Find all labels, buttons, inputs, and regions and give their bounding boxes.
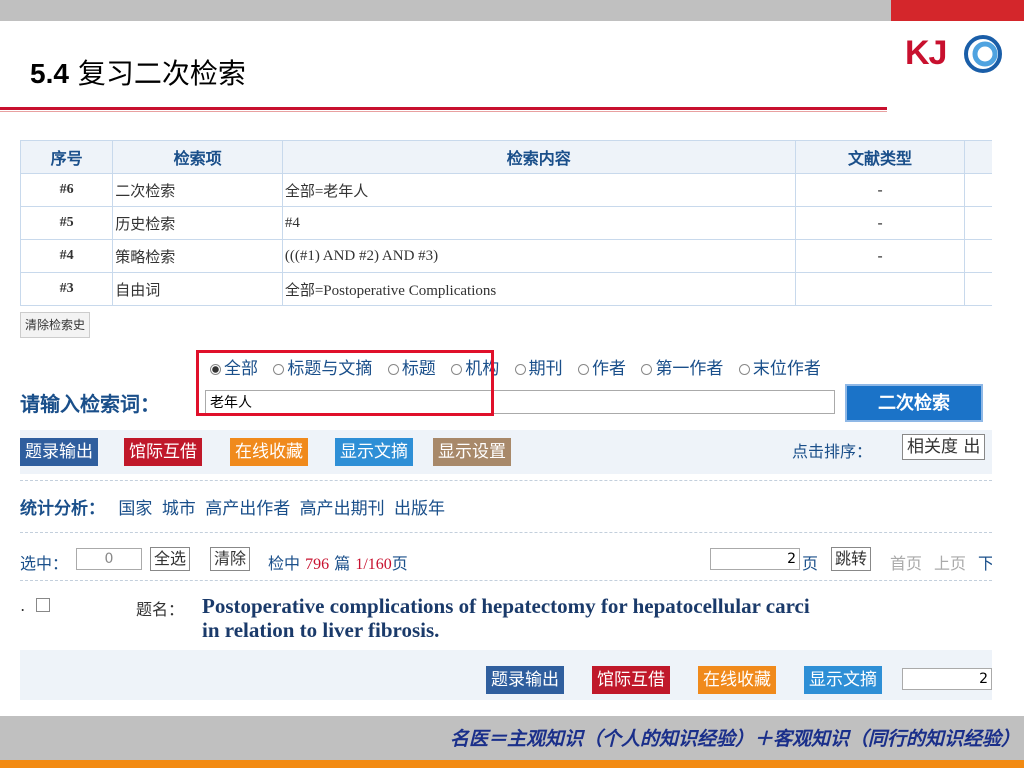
export-button-bottom[interactable]: 题录输出 [486,666,564,694]
bottom-page-input[interactable]: 2 [902,668,992,690]
row-extra [964,206,992,240]
highlight-box [196,350,494,416]
result-checkbox[interactable] [36,598,50,612]
online-favorite-button[interactable]: 在线收藏 [230,438,308,466]
row-extra [964,272,992,306]
top-gray-bar [0,0,891,21]
page-info: 1/160 [355,556,392,573]
scope-option-author[interactable]: 作者 [578,359,626,379]
row-content: #4 [281,206,796,240]
row-index[interactable]: #3 [20,272,114,306]
table-row: #5 历史检索 #4 - [20,206,992,240]
kj-logo: KJ [905,32,1005,76]
col-index: 序号 [20,140,114,174]
col-extra [964,140,992,174]
selected-label: 选中： [20,554,69,573]
title-underline [0,107,887,110]
row-type [794,272,966,306]
scope-option-first-author[interactable]: 第一作者 [641,359,723,379]
first-page-link[interactable]: 首页 [890,550,922,574]
statistics-label: 统计分析： [20,499,105,519]
row-index[interactable]: #6 [20,173,114,207]
sort-label: 点击排序： [792,442,873,461]
row-item: 自由词 [112,272,283,306]
page-unit-label: 页 [802,554,819,573]
next-page-link[interactable]: 下 [978,550,992,574]
row-type: - [794,206,966,240]
logo-circle-icon [964,35,1002,73]
table-row: #6 二次检索 全部=老年人 - [20,173,992,207]
cnki-screenshot: 序号 检索项 检索内容 文献类型 #6 二次检索 全部=老年人 - #5 历史检… [20,140,992,700]
row-item: 二次检索 [112,173,283,207]
radio-icon [738,364,750,375]
divider [20,580,992,581]
clear-selection-button[interactable]: 清除 [210,547,251,571]
row-type: - [794,173,966,207]
slide-title: 5.4 复习二次检索 [30,52,246,92]
search-history-table: 序号 检索项 检索内容 文献类型 #6 二次检索 全部=老年人 - #5 历史检… [20,140,992,306]
hits-count: 796 [305,556,330,573]
selected-count-field[interactable]: 0 [76,548,142,570]
slide-title-number: 5.4 [30,58,69,89]
export-button[interactable]: 题录输出 [20,438,98,466]
show-abstract-button[interactable]: 显示文摘 [335,438,413,466]
top-red-bar [891,0,1024,21]
select-all-button[interactable]: 全选 [150,547,191,571]
row-item: 历史检索 [112,206,283,240]
display-settings-button[interactable]: 显示设置 [433,438,511,466]
table-row: #3 自由词 全部=Postoperative Complications [20,272,992,306]
logo-text: KJ [905,34,947,72]
divider [20,480,992,481]
row-extra [964,173,992,207]
col-content: 检索内容 [281,140,796,174]
query-label: 请输入检索词： [20,392,160,416]
sort-relevance-button[interactable]: 相关度 出 [902,434,986,460]
jump-button[interactable]: 跳转 [831,547,872,571]
selection-bar: 选中： 0 全选 清除 检中 796 篇 1/160页 2 页 跳转 首页 上页… [20,546,992,574]
divider [20,532,992,533]
footer-caption: 名医＝主观知识（个人的知识经验）＋客观知识（同行的知识经验） [449,728,1020,750]
stats-link-journal[interactable]: 高产出期刊 [300,499,385,519]
bottom-toolbar: 题录输出 馆际互借 在线收藏 显示文摘 2 [20,650,992,700]
row-content: 全部=Postoperative Complications [281,272,796,306]
row-index[interactable]: #5 [20,206,114,240]
prev-page-link[interactable]: 上页 [934,550,966,574]
radio-icon [578,364,590,375]
slide-title-text: 复习二次检索 [77,57,246,90]
row-extra [964,239,992,273]
online-favorite-button-bottom[interactable]: 在线收藏 [698,666,776,694]
hits-summary: 检中 796 篇 1/160页 [268,554,408,573]
title-underline-shadow [0,111,887,112]
radio-icon [514,364,526,375]
row-content: (((#1) AND #2) AND #3) [281,239,796,273]
stats-link-author[interactable]: 高产出作者 [205,499,290,519]
statistics-bar: 统计分析： 国家 城市 高产出作者 高产出期刊 出版年 [20,494,445,519]
scope-option-last-author[interactable]: 末位作者 [738,359,821,379]
stats-link-country[interactable]: 国家 [118,499,152,519]
result-index: 1. [20,596,26,615]
col-type: 文献类型 [794,140,966,174]
stats-link-year[interactable]: 出版年 [394,499,445,519]
stats-link-city[interactable]: 城市 [162,499,196,519]
scope-option-journal[interactable]: 期刊 [514,359,563,379]
row-type: - [794,239,966,273]
interlibrary-loan-button[interactable]: 馆际互借 [124,438,202,466]
secondary-search-button[interactable]: 二次检索 [845,384,983,422]
clear-history-button[interactable]: 清除检索史 [20,312,91,338]
page-number-input[interactable]: 2 [710,548,800,570]
history-header-row: 序号 检索项 检索内容 文献类型 [20,140,992,174]
interlibrary-loan-button-bottom[interactable]: 馆际互借 [592,666,670,694]
row-item: 策略检索 [112,239,283,273]
result-title-label: 题名： [136,600,185,619]
radio-icon [641,364,653,375]
row-index[interactable]: #4 [20,239,114,273]
row-content: 全部=老年人 [281,173,796,207]
col-item: 检索项 [112,140,283,174]
show-abstract-button-bottom[interactable]: 显示文摘 [804,666,882,694]
table-row: #4 策略检索 (((#1) AND #2) AND #3) - [20,239,992,273]
footer-orange-strip [0,760,1024,768]
result-title-link[interactable]: Postoperative complications of hepatecto… [202,594,992,642]
